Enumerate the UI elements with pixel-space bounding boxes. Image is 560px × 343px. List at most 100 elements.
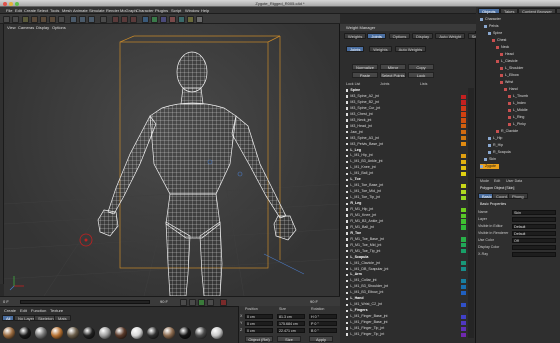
x-axis-icon[interactable]	[70, 15, 77, 23]
joint-row[interactable]: R_M1_Toe_Tip_jnt	[346, 249, 466, 254]
menu-render[interactable]: Render	[106, 7, 119, 14]
coord-position-field[interactable]: 0 cm	[245, 321, 273, 326]
material-swatch[interactable]	[115, 327, 127, 339]
lock-checkbox[interactable]	[346, 137, 349, 140]
lock-checkbox[interactable]	[346, 333, 349, 336]
menu-file[interactable]: File	[6, 7, 12, 14]
wm-tab-options[interactable]: Options	[388, 33, 411, 39]
material-swatch[interactable]	[131, 327, 143, 339]
joint-row[interactable]: L_M1_Finger_Tip_jnt	[346, 332, 466, 337]
lock-checkbox[interactable]	[346, 291, 349, 295]
joint-row[interactable]: R_M1_Toe_Base_jnt	[346, 237, 466, 242]
joint-row[interactable]: R_M1_Toe_Mid_jnt	[346, 243, 466, 248]
lock-button[interactable]: Lock	[408, 72, 434, 78]
coord-size-field[interactable]: 22.471 cm	[277, 328, 305, 333]
lock-checkbox[interactable]	[346, 315, 349, 318]
joint-group-row[interactable]: L_Scapula	[346, 255, 466, 260]
lock-checkbox[interactable]	[346, 256, 349, 259]
joint-row[interactable]: M3_Neck_jnt	[346, 118, 466, 123]
lock-checkbox[interactable]	[346, 125, 349, 128]
obj-tab-content-browser[interactable]: Content Browser	[518, 8, 556, 14]
go-to-end-icon[interactable]	[207, 298, 214, 306]
redo-icon[interactable]	[12, 15, 19, 23]
undo-icon[interactable]	[3, 15, 10, 23]
lock-checkbox[interactable]	[346, 220, 349, 223]
coord-position-field[interactable]: 0 cm	[245, 328, 273, 333]
timeline-slider[interactable]	[20, 300, 150, 304]
attribute-field[interactable]: Default	[512, 230, 556, 236]
z-axis-icon[interactable]	[88, 15, 95, 23]
render-picture-viewer-icon[interactable]	[121, 15, 128, 23]
material-swatch[interactable]	[163, 327, 175, 339]
material-swatch[interactable]	[147, 327, 159, 339]
coord-mode-dropdown[interactable]: Object (Rel)	[245, 336, 273, 342]
menu-character[interactable]: Character	[136, 7, 154, 14]
menu-mograph[interactable]: MoGraph	[120, 7, 137, 14]
object-tree-item[interactable]: L_Elbow	[500, 73, 522, 78]
lock-checkbox[interactable]	[346, 303, 349, 307]
lock-checkbox[interactable]	[346, 250, 349, 253]
deformer-icon[interactable]	[169, 15, 176, 23]
joint-row[interactable]: L_M1_DB_Scapular_jnt	[346, 267, 466, 272]
lock-checkbox[interactable]	[346, 208, 349, 211]
wm-tab-display[interactable]: Display	[412, 33, 434, 39]
lock-checkbox[interactable]	[346, 309, 349, 312]
lock-checkbox[interactable]	[346, 119, 349, 122]
menu-create[interactable]: Create	[24, 7, 36, 14]
joint-row[interactable]: M3_Pelvis_Base_jnt	[346, 142, 466, 147]
array-icon[interactable]	[160, 15, 167, 23]
timeline-start[interactable]: 0 F	[3, 299, 9, 305]
wm-subtab-auto-weights[interactable]: Auto Weights	[394, 46, 427, 52]
play-back-icon[interactable]	[189, 298, 196, 306]
material-swatch[interactable]	[51, 327, 63, 339]
attr-menu-edit[interactable]: Edit	[494, 179, 500, 184]
timeline-current[interactable]: 90 F	[160, 299, 168, 305]
timeline-end[interactable]: 90 F	[310, 299, 318, 305]
material-swatch[interactable]	[211, 327, 223, 339]
lock-checkbox[interactable]	[346, 262, 349, 265]
material-menu-texture[interactable]: Texture	[50, 308, 63, 313]
joint-row[interactable]: L_M1_Toe_Mid_jnt	[346, 189, 466, 194]
live-select-icon[interactable]	[22, 15, 29, 23]
joint-row[interactable]: M3_Head_jnt	[346, 124, 466, 129]
joint-row[interactable]: L_M1_Finger_Tip_jnt	[346, 326, 466, 331]
joint-row[interactable]: M3_Spine_A3_jnt	[346, 136, 466, 141]
material-menu-create[interactable]: Create	[4, 308, 16, 313]
joint-row[interactable]: M3_Spine_Cur_jnt	[346, 106, 466, 111]
joint-row[interactable]: L_M1_Hip_jnt	[346, 153, 466, 159]
lock-checkbox[interactable]	[346, 214, 349, 217]
lock-checkbox[interactable]	[346, 113, 349, 116]
object-tree-item[interactable]: Hand	[504, 87, 521, 92]
attribute-field[interactable]	[512, 244, 556, 250]
material-menu-edit[interactable]: Edit	[20, 308, 27, 313]
attr-tab-phong[interactable]: Phong	[508, 193, 528, 199]
lock-checkbox[interactable]	[346, 238, 349, 241]
y-axis-icon[interactable]	[79, 15, 86, 23]
joint-row[interactable]: R_M1_Hip_jnt	[346, 207, 466, 212]
lock-checkbox[interactable]	[346, 154, 349, 158]
lock-checkbox[interactable]	[346, 178, 349, 182]
menu-mesh[interactable]: Mesh	[62, 7, 72, 14]
normalize-button[interactable]: Normalize	[352, 64, 378, 70]
go-to-start-icon[interactable]	[180, 298, 187, 306]
object-tree-item[interactable]: R_Hip	[488, 143, 506, 148]
joint-row[interactable]: R_M1_Knee_jnt	[346, 213, 466, 218]
object-tree-item[interactable]: L_Pinky	[508, 122, 529, 127]
object-tree-item[interactable]: Wrist	[500, 80, 516, 85]
object-tree-item[interactable]: L_Index	[508, 101, 529, 106]
obj-tab-objects[interactable]: Objects	[478, 8, 500, 14]
joint-row[interactable]: L_M1_Collar_jnt	[346, 278, 466, 284]
joint-group-row[interactable]: L_Fingers	[346, 308, 466, 313]
lock-checkbox[interactable]	[346, 143, 349, 146]
lock-checkbox[interactable]	[346, 190, 349, 193]
render-settings-icon[interactable]	[130, 15, 137, 23]
attribute-field[interactable]: Skin	[512, 209, 556, 215]
joint-row[interactable]: M3_Spine_A2_jnt	[346, 94, 466, 99]
recent-tools-icon[interactable]	[58, 15, 65, 23]
joint-row[interactable]: Jaw_jnt	[346, 130, 466, 135]
play-icon[interactable]	[198, 298, 205, 306]
record-icon[interactable]	[220, 298, 227, 306]
lock-checkbox[interactable]	[346, 184, 349, 188]
object-tree-item[interactable]: Spine	[488, 31, 505, 36]
menu-edit[interactable]: Edit	[15, 7, 22, 14]
